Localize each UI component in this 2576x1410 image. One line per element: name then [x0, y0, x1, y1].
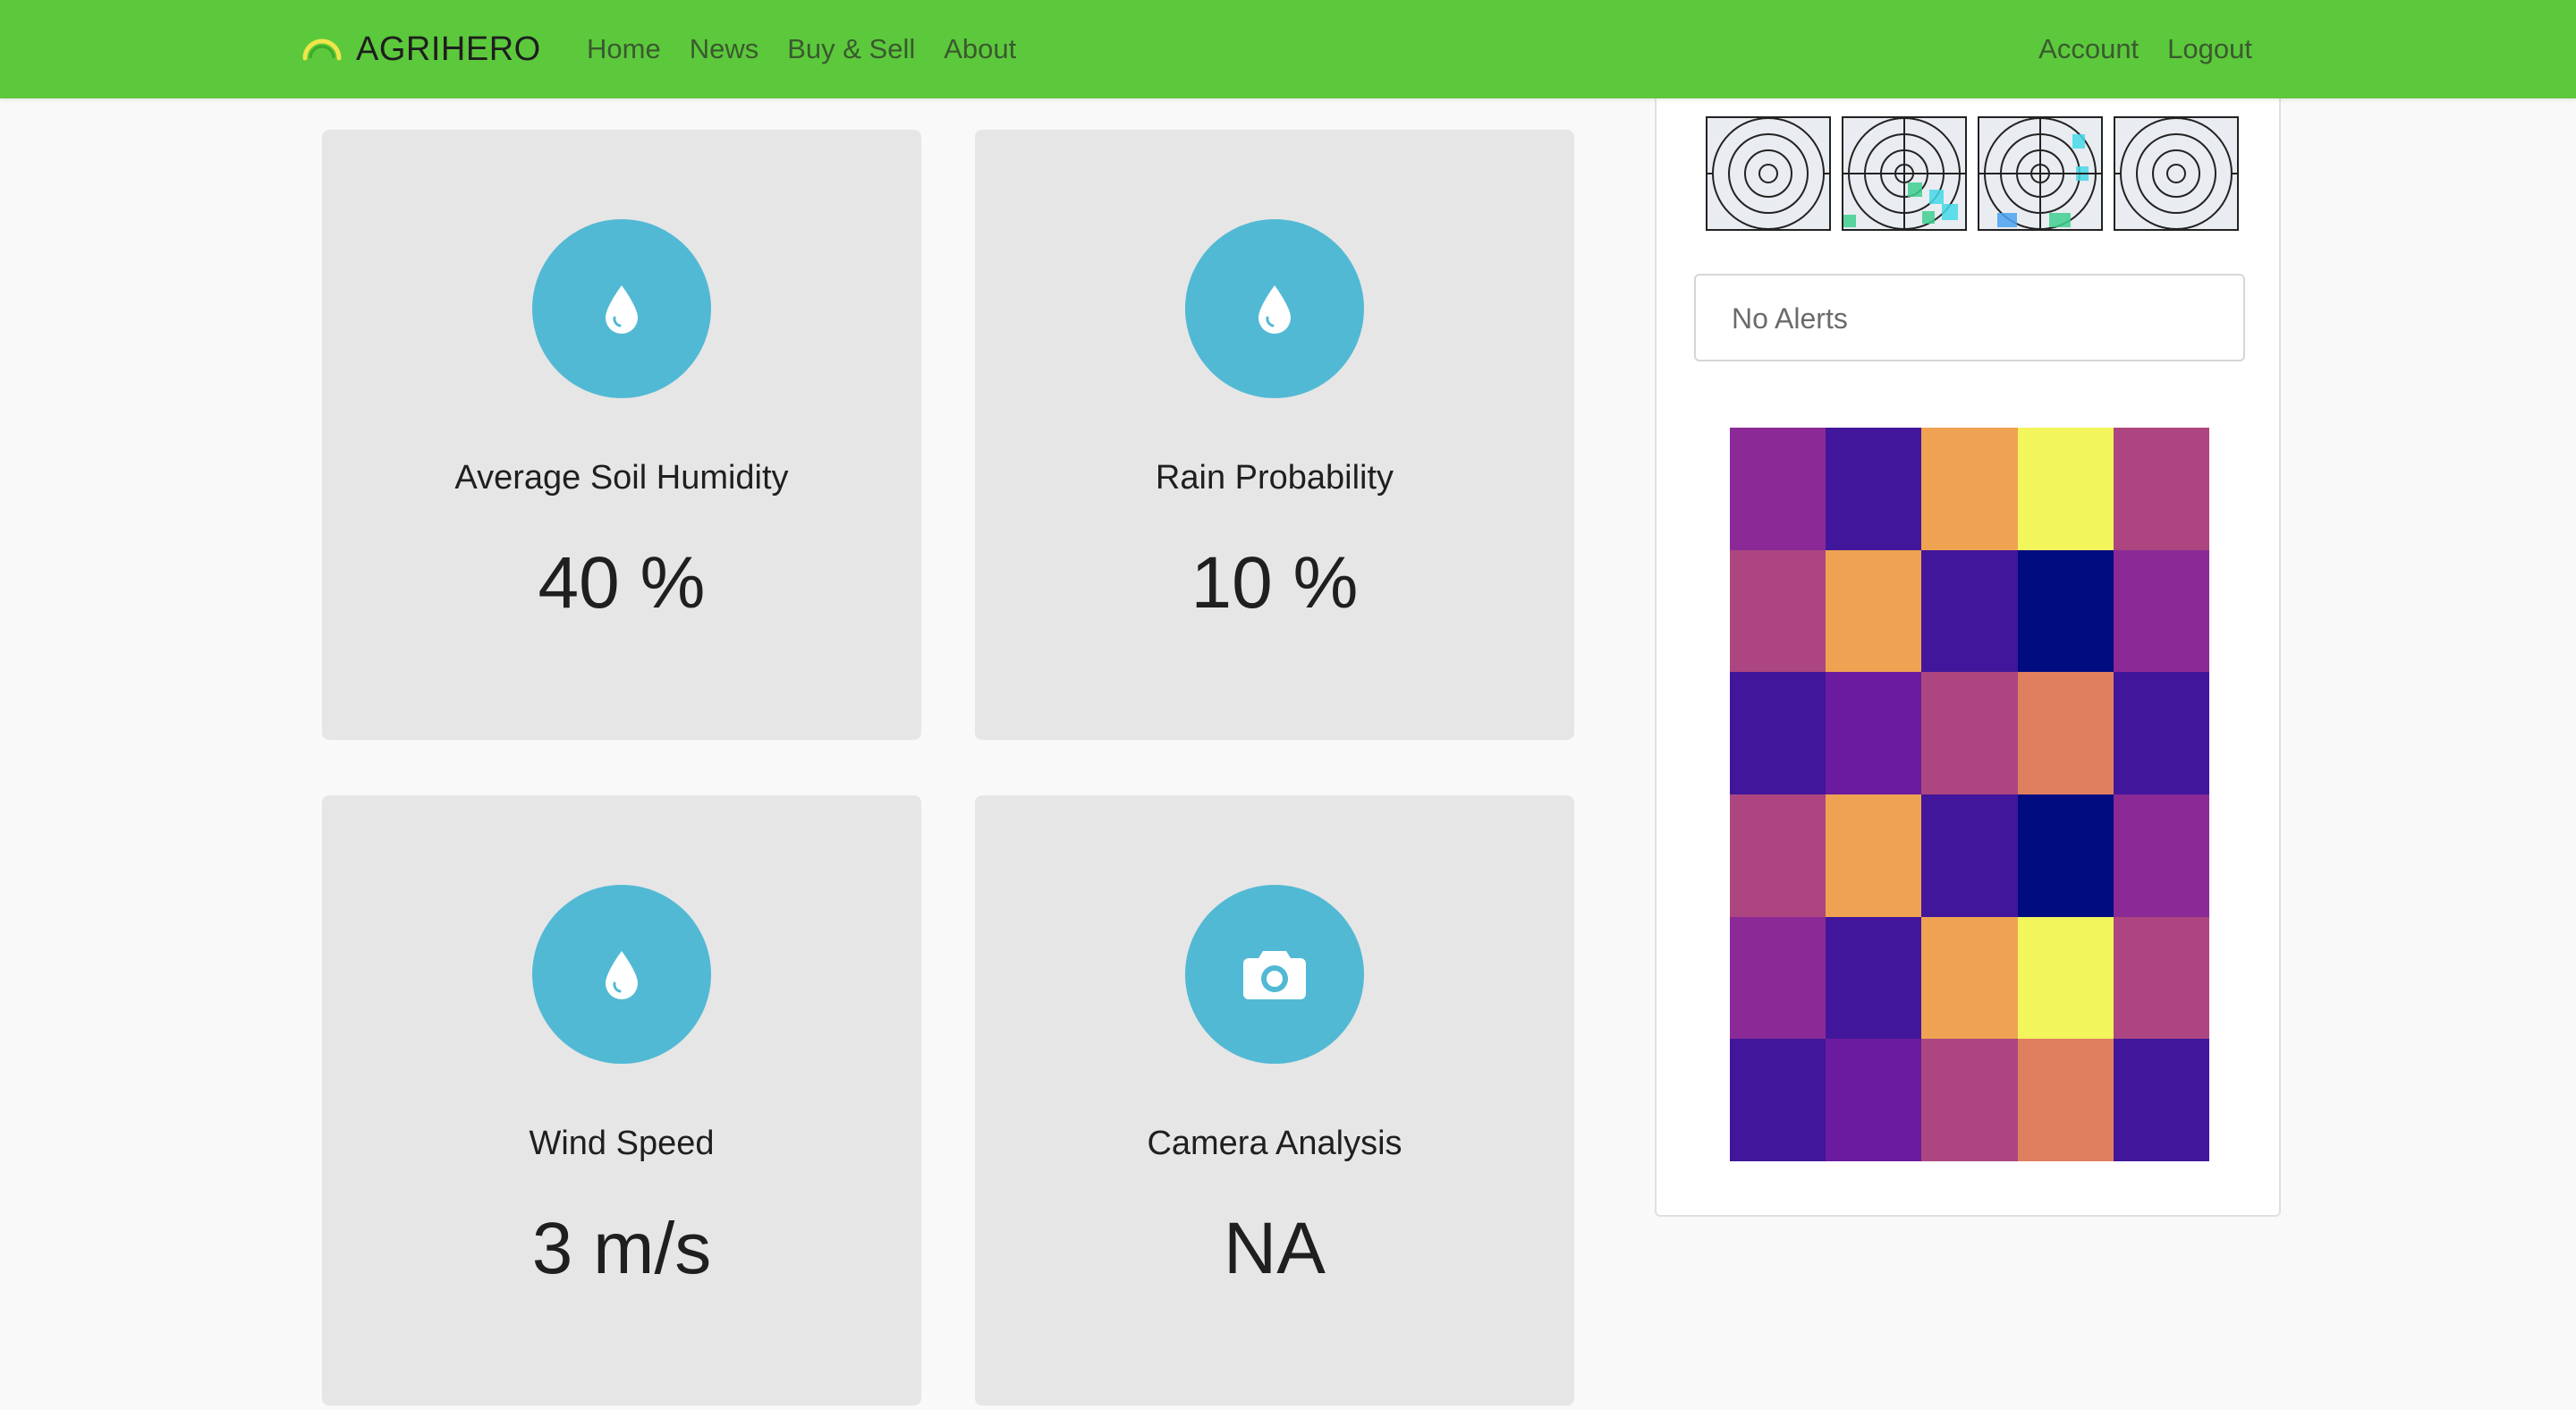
metric-icon-circle [1185, 885, 1364, 1064]
alerts-box: No Alerts [1694, 274, 2245, 361]
heatmap-cell [2113, 549, 2209, 673]
nav-about-link[interactable]: About [929, 27, 1030, 72]
nav-home-link[interactable]: Home [572, 27, 675, 72]
target-radar-icon [1707, 117, 1829, 230]
metric-value: 40 % [538, 542, 706, 624]
heatmap-cell [2017, 1039, 2114, 1161]
nav-news-link[interactable]: News [675, 27, 774, 72]
metric-value: 3 m/s [531, 1208, 712, 1289]
heatmap-cell [2113, 1039, 2209, 1161]
heatmap-cell [1921, 672, 2018, 794]
field-overview-panel: No Alerts [1655, 89, 2281, 1217]
metric-icon-circle [532, 885, 711, 1064]
heatmap-cell [2113, 916, 2209, 1040]
heatmap-cell [1921, 549, 2018, 673]
metric-value: NA [1224, 1208, 1326, 1289]
metric-value: 10 % [1191, 542, 1359, 624]
heatmap-cell [1921, 428, 2018, 550]
heatmap-cell [1730, 428, 1826, 550]
target-radar-icon [1979, 117, 2101, 230]
metric-card-rain-probability: Rain Probability 10 % [975, 130, 1574, 740]
field-thumbnail[interactable] [1978, 116, 2103, 231]
heatmap-cell [2017, 428, 2114, 550]
heatmap-cell [1730, 916, 1826, 1040]
top-navbar: AGRIHERO Home News Buy & Sell About Acco… [0, 0, 2576, 98]
brand-name: AGRIHERO [356, 30, 541, 68]
heatmap-cell [2113, 428, 2209, 550]
heatmap-cell [1730, 672, 1826, 794]
field-thumbnail[interactable] [1842, 116, 1967, 231]
heatmap-cell [1826, 672, 1922, 794]
heatmap-cell [1826, 794, 1922, 917]
account-nav: Account Logout [2024, 27, 2267, 72]
alerts-message: No Alerts [1732, 302, 1848, 335]
metric-icon-circle [1185, 219, 1364, 398]
brand-link[interactable]: AGRIHERO [301, 23, 541, 75]
heatmap-cell [1921, 916, 2018, 1040]
heatmap-cell [1826, 549, 1922, 673]
heatmap-cell [2017, 916, 2114, 1040]
sun-arc-logo-icon [302, 38, 342, 61]
heatmap-cell [1730, 1039, 1826, 1161]
metric-title: Rain Probability [1155, 459, 1394, 497]
heatmap-cell [2017, 794, 2114, 917]
heatmap-cell [2017, 549, 2114, 673]
heatmap-cell [1826, 916, 1922, 1040]
heatmap-cell [2017, 672, 2114, 794]
metric-title: Camera Analysis [1147, 1125, 1402, 1162]
water-drop-icon [606, 285, 638, 334]
heatmap-cell [1730, 549, 1826, 673]
metric-icon-circle [532, 219, 711, 398]
heatmap-cell [2113, 794, 2209, 917]
main-nav: Home News Buy & Sell About [572, 27, 1030, 72]
water-drop-icon [1258, 285, 1291, 334]
metric-card-soil-humidity: Average Soil Humidity 40 % [322, 130, 921, 740]
field-thumbnail[interactable] [1706, 116, 1831, 231]
water-drop-icon [606, 951, 638, 999]
heatmap-cell [1730, 794, 1826, 917]
nav-account-link[interactable]: Account [2024, 27, 2153, 72]
metric-title: Wind Speed [529, 1125, 715, 1162]
heatmap-cell [1826, 1039, 1922, 1161]
field-heatmap [1730, 428, 2209, 1161]
heatmap-cell [2113, 672, 2209, 794]
metric-title: Average Soil Humidity [454, 459, 789, 497]
metric-card-camera-analysis: Camera Analysis NA [975, 795, 1574, 1406]
heatmap-cell [1921, 1039, 2018, 1161]
field-thumbnail[interactable] [2114, 116, 2239, 231]
nav-logout-link[interactable]: Logout [2153, 27, 2267, 72]
target-radar-icon [2115, 117, 2237, 230]
nav-buy-sell-link[interactable]: Buy & Sell [773, 27, 929, 72]
heatmap-cell [1921, 794, 2018, 917]
camera-icon [1243, 951, 1306, 999]
heatmap-cell [1826, 428, 1922, 550]
metric-card-wind-speed: Wind Speed 3 m/s [322, 795, 921, 1406]
target-radar-icon [1843, 117, 1965, 230]
